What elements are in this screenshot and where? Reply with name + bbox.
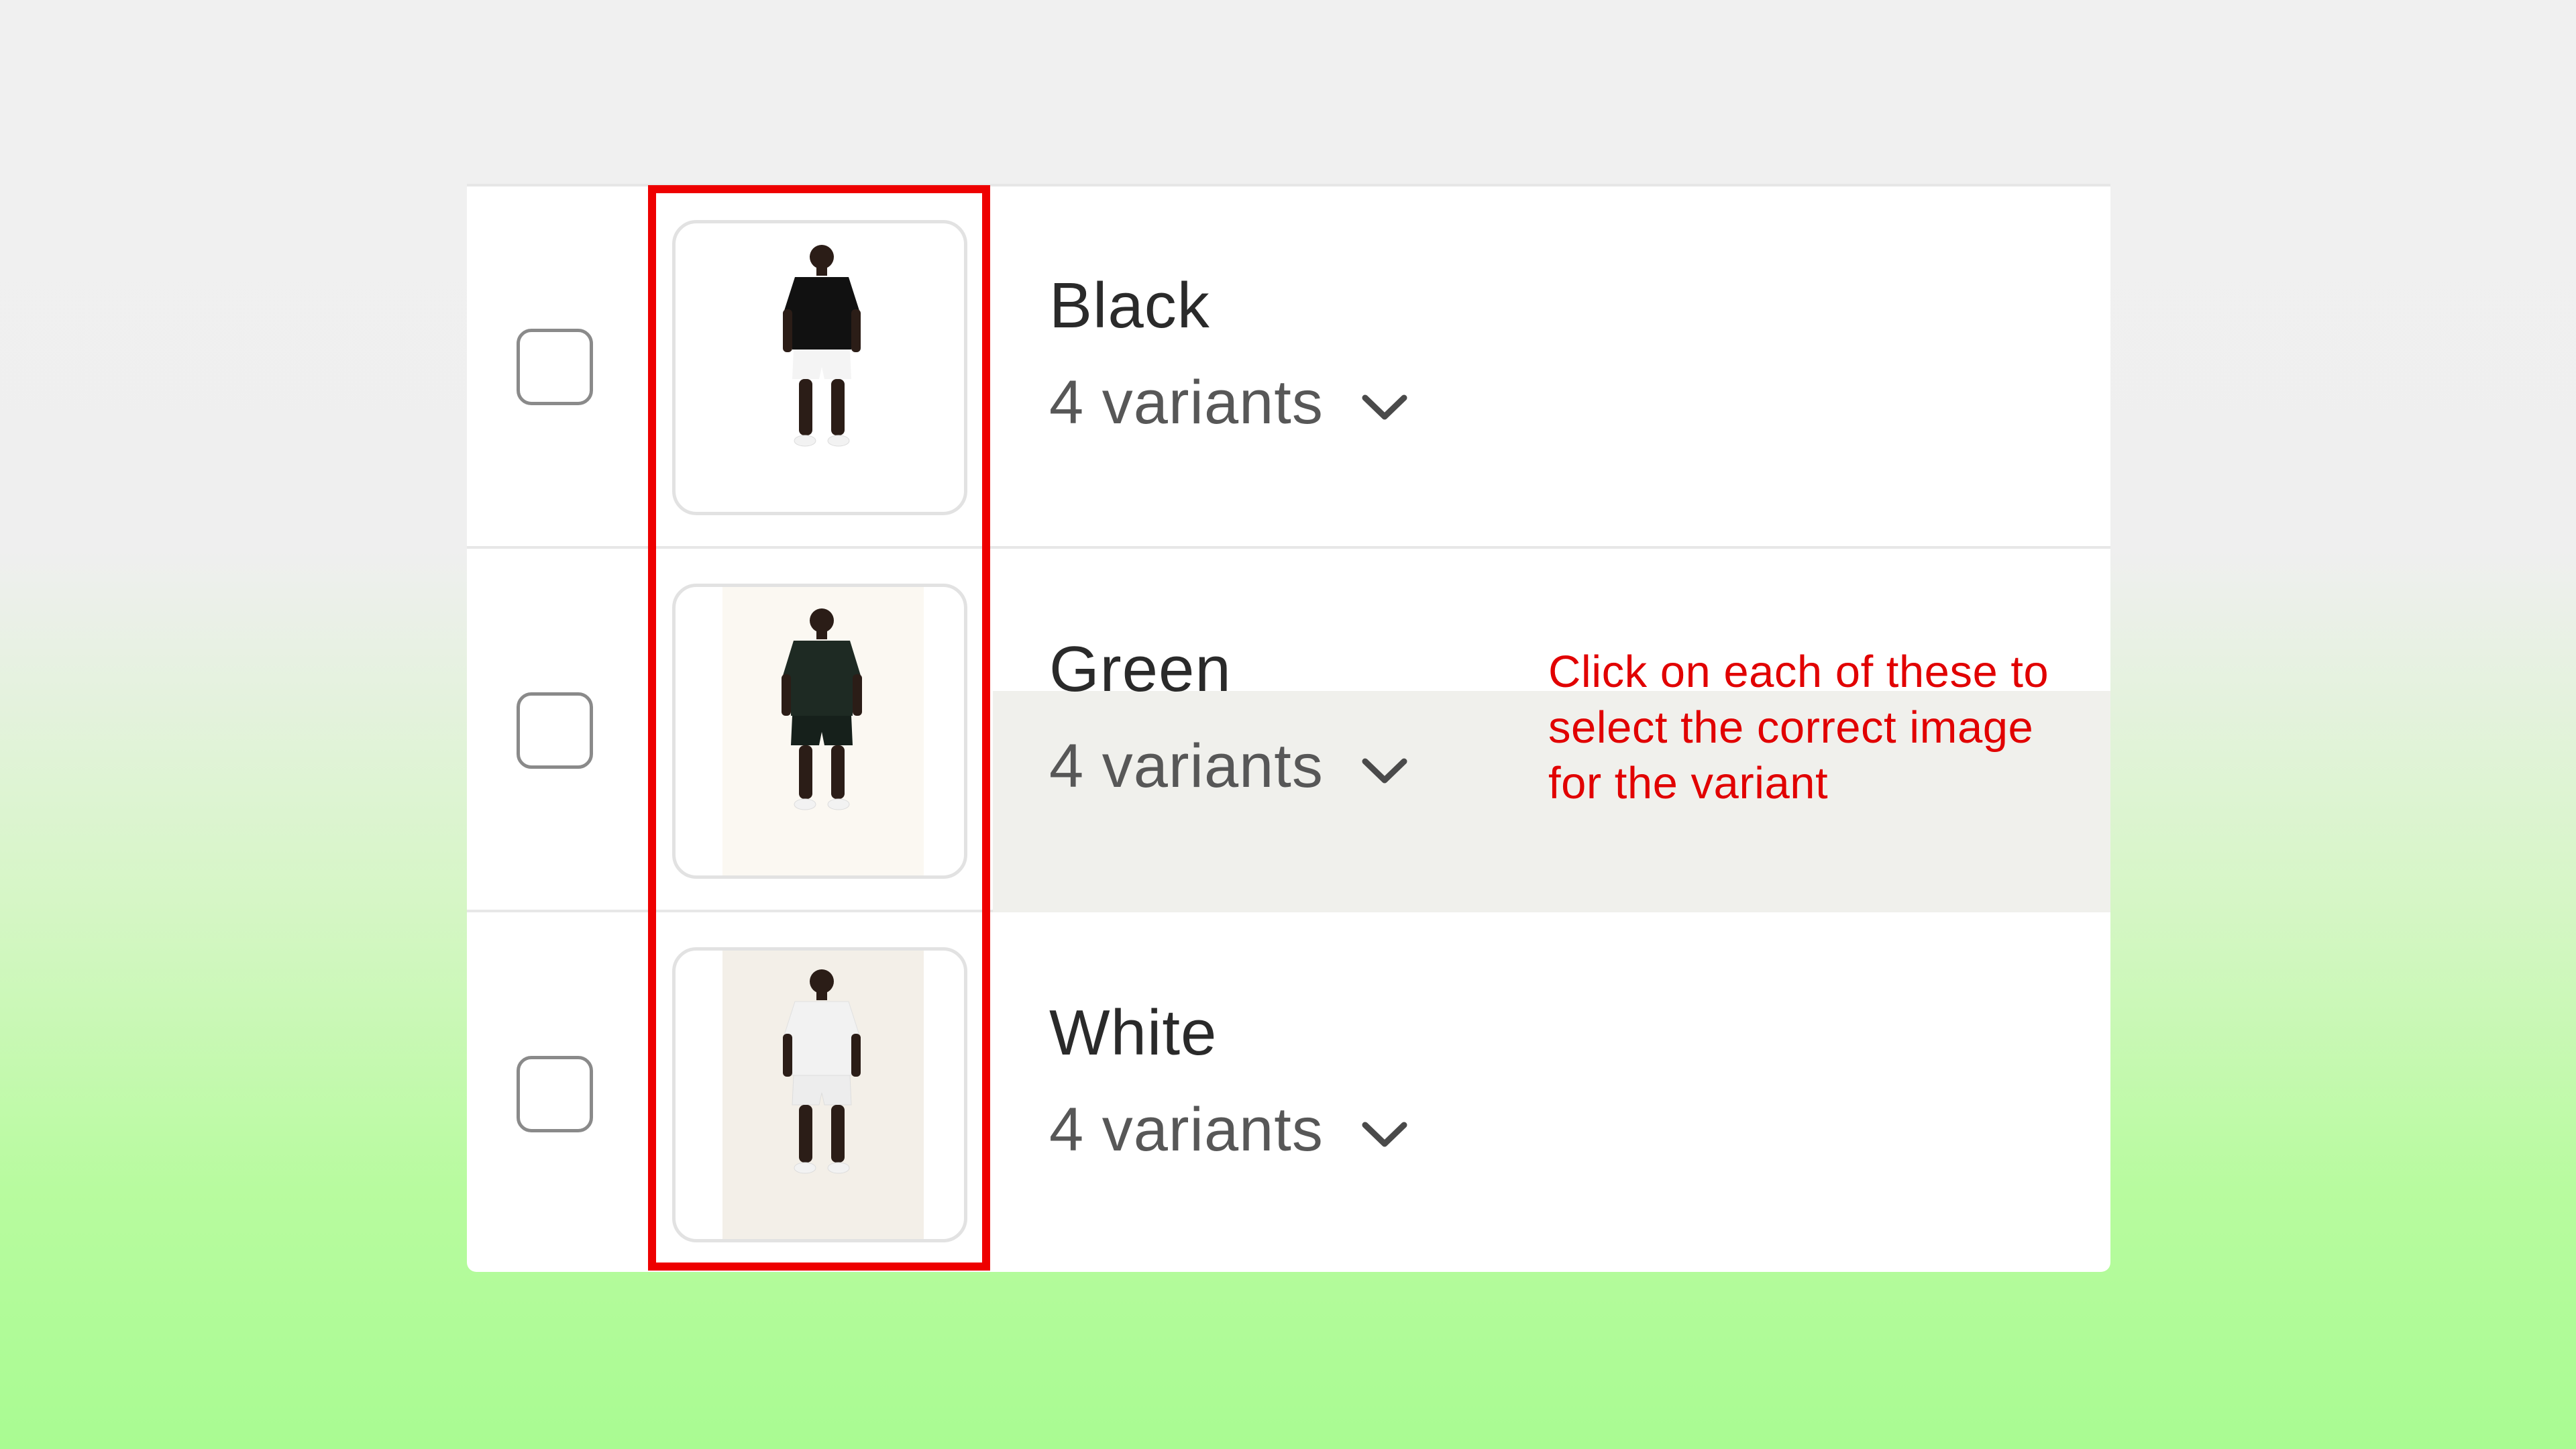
chevron-down-icon[interactable] (1360, 1118, 1409, 1152)
variants-count-label: 4 variants (1049, 732, 1324, 800)
variants-count-label: 4 variants (1049, 368, 1324, 437)
row-checkbox[interactable] (517, 1056, 593, 1132)
image-column-highlight-box (648, 185, 990, 1271)
variant-title: White (1049, 997, 1218, 1069)
variants-toggle[interactable]: 4 variants (1049, 372, 1409, 433)
variant-title: Green (1049, 633, 1232, 705)
variants-toggle[interactable]: 4 variants (1049, 735, 1409, 797)
variants-toggle[interactable]: 4 variants (1049, 1099, 1409, 1161)
variants-count-label: 4 variants (1049, 1095, 1324, 1164)
row-checkbox[interactable] (517, 692, 593, 769)
chevron-down-icon[interactable] (1360, 391, 1409, 425)
chevron-down-icon[interactable] (1360, 755, 1409, 788)
variant-title: Black (1049, 270, 1210, 341)
annotation-callout: Click on each of these to select the cor… (1548, 647, 2049, 808)
row-checkbox[interactable] (517, 329, 593, 405)
